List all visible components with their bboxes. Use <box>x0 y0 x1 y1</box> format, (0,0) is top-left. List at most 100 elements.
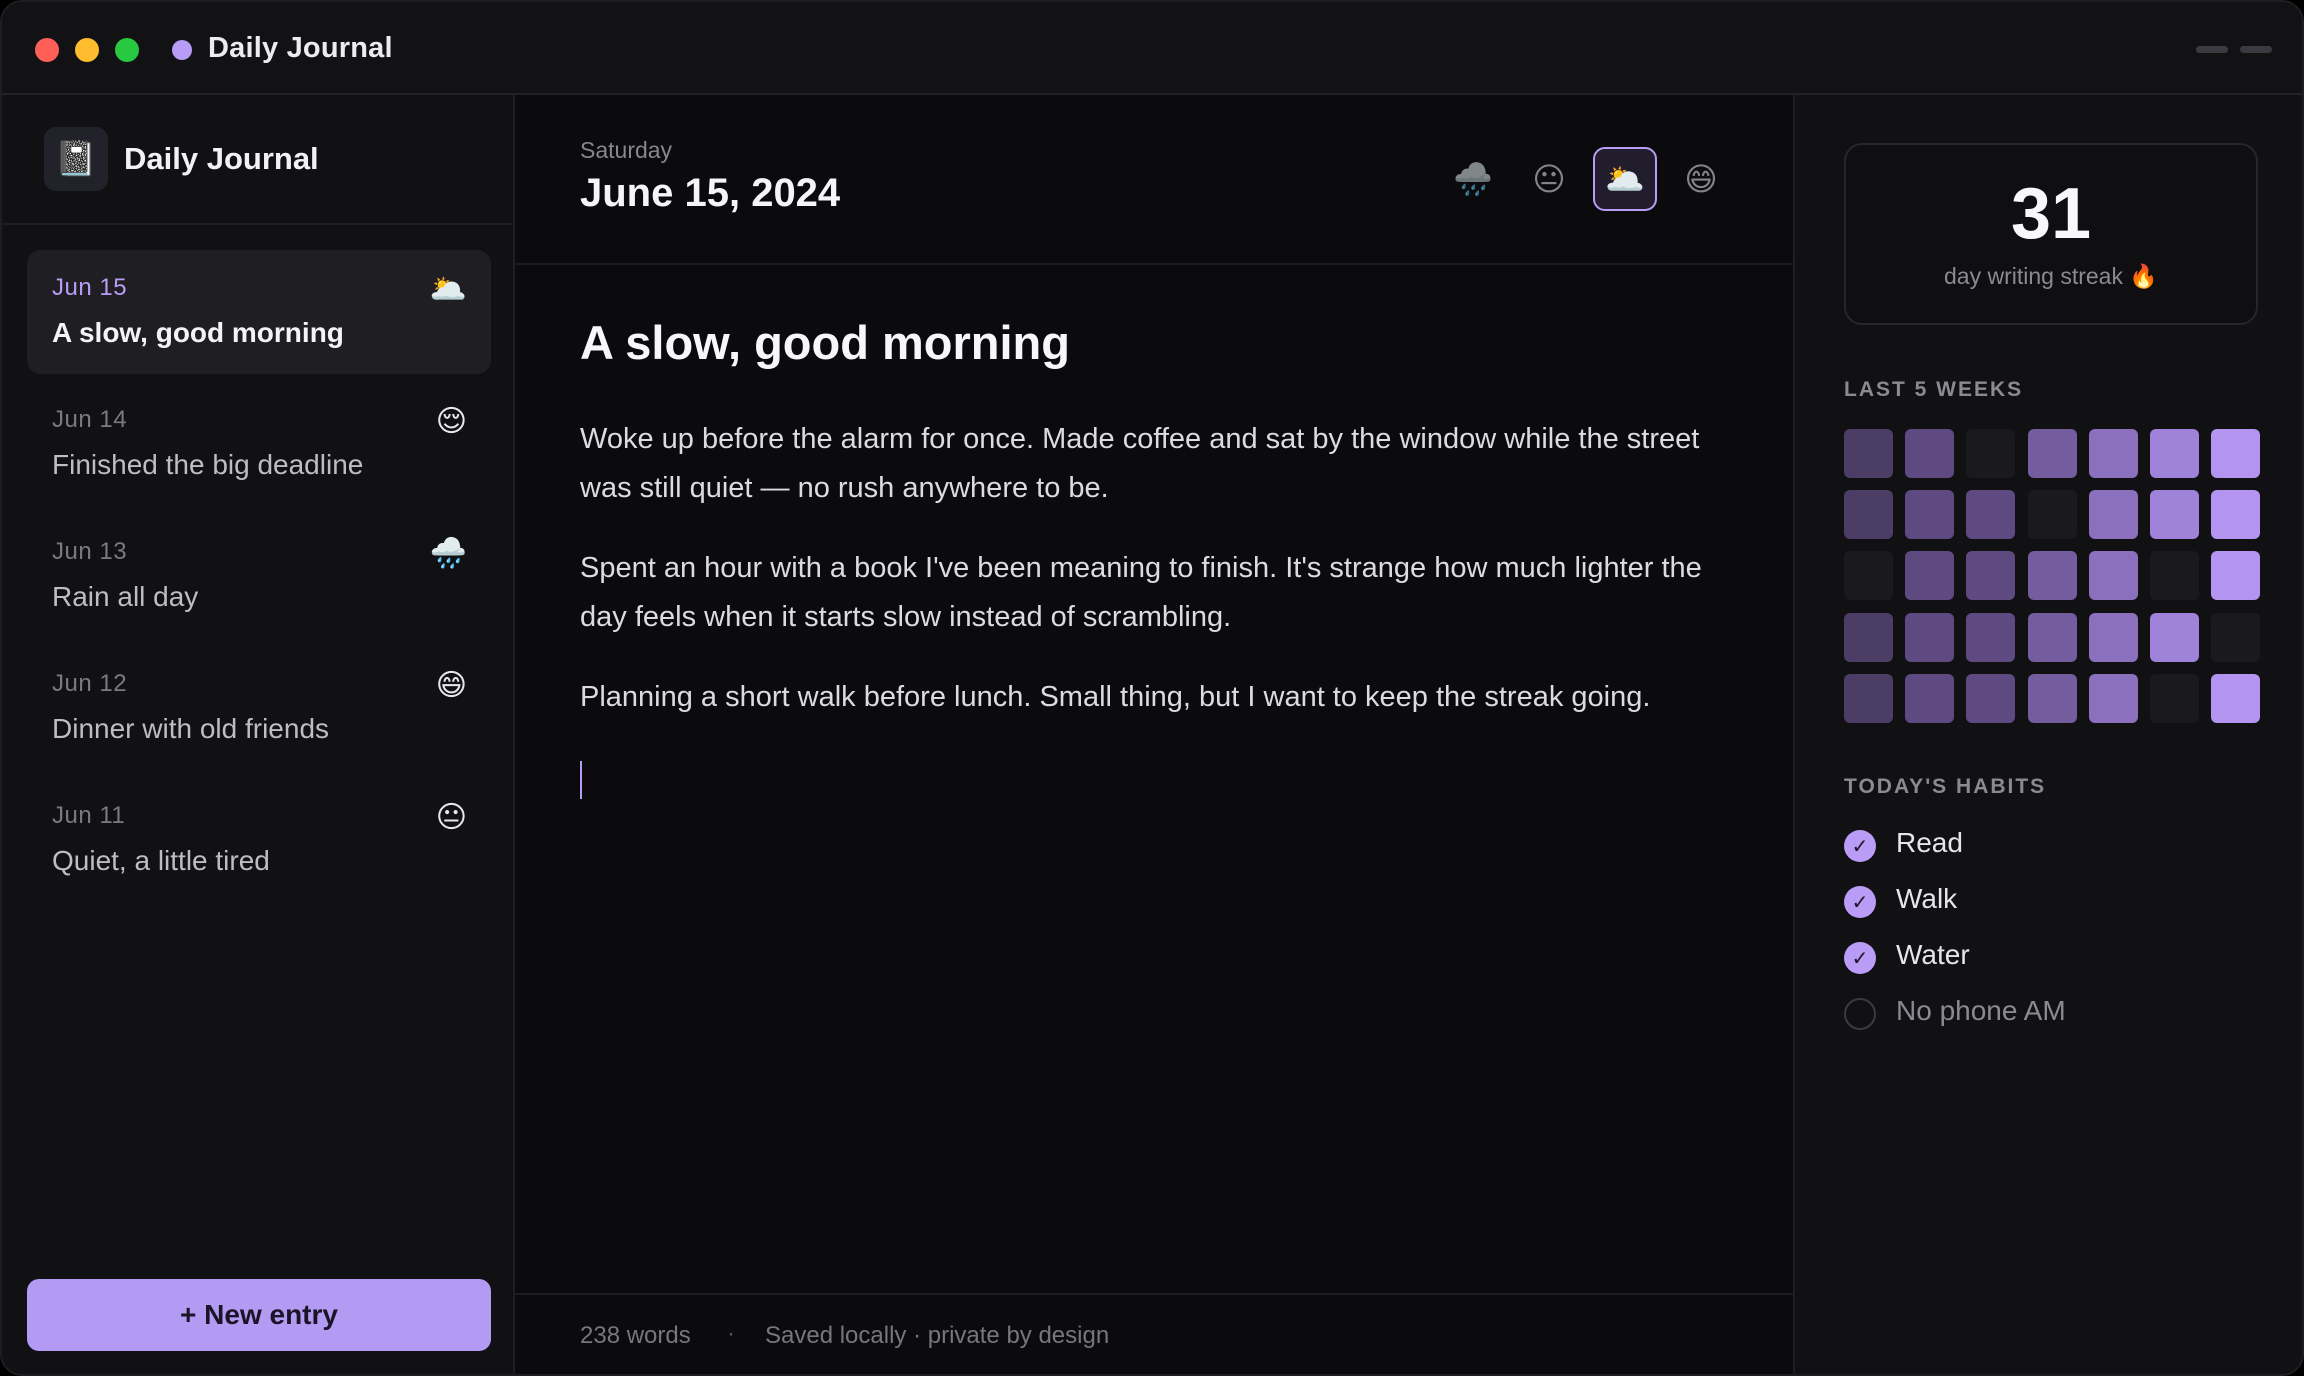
heatmap-cell <box>1905 429 1954 478</box>
mood-sun-cloud-button[interactable]: 🌥️ <box>1593 147 1657 211</box>
heatmap-cell <box>2211 490 2260 539</box>
footer-separator: · <box>727 1320 735 1347</box>
save-status: Saved locally · private by design <box>765 1322 1110 1349</box>
entry-list: Jun 15 A slow, good morning 🌥️ Jun 14 Fi… <box>27 250 491 910</box>
rain-cloud-icon: 🌧️ <box>429 537 467 570</box>
heatmap-cell <box>1966 613 2015 662</box>
entry-paragraph: Woke up before the alarm for once. Made … <box>580 423 1700 504</box>
zoom-window-button[interactable] <box>115 38 139 62</box>
entry-title: A slow, good morning <box>52 317 344 348</box>
relieved-face-icon: 😌 <box>435 405 467 438</box>
entry-title: Rain all day <box>52 581 199 612</box>
heatmap-cell <box>1905 674 1954 723</box>
check-icon[interactable]: ✓ <box>1844 886 1876 918</box>
sidebar-header: 📓 Daily Journal <box>2 95 513 225</box>
heatmap-cell <box>1966 551 2015 600</box>
heatmap-cell <box>2211 429 2260 478</box>
heatmap-cell <box>2028 613 2077 662</box>
neutral-face-icon: 😐 <box>435 801 467 834</box>
entry-weekday: Saturday <box>580 137 673 163</box>
heatmap-cell <box>2028 429 2077 478</box>
habit-label: Walk <box>1896 883 1958 914</box>
heatmap-cell <box>2028 490 2077 539</box>
heatmap-cell <box>2150 674 2199 723</box>
streak-card: 31 day writing streak 🔥 <box>1844 143 2258 325</box>
check-icon[interactable]: ✓ <box>1844 830 1876 862</box>
entry-date-heading: June 15, 2024 <box>580 171 841 215</box>
editor-pane: Saturday June 15, 2024 🌧️ 😐 🌥️ 😄 A slow,… <box>515 95 1793 1374</box>
check-icon[interactable]: ✓ <box>1844 942 1876 974</box>
habits-section-label: TODAY'S HABITS <box>1844 775 2047 798</box>
mood-picker: 🌧️ 😐 🌥️ 😄 <box>1429 147 1733 211</box>
grinning-face-icon: 😄 <box>435 669 467 702</box>
title-bar: Daily Journal <box>2 2 2302 95</box>
window-control-bar[interactable] <box>2196 46 2228 53</box>
editor-footer: 238 words · Saved locally · private by d… <box>515 1293 1793 1374</box>
mood-rain-button[interactable]: 🌧️ <box>1441 147 1505 211</box>
word-count: 238 words <box>580 1322 691 1349</box>
window-title: Daily Journal <box>208 32 393 64</box>
heatmap-cell <box>1844 674 1893 723</box>
heatmap-cell <box>2089 490 2138 539</box>
heatmap-cell <box>1844 429 1893 478</box>
entry-title: Quiet, a little tired <box>52 845 270 876</box>
heatmap-cell <box>1905 490 1954 539</box>
weeks-section-label: LAST 5 WEEKS <box>1844 378 2024 401</box>
heatmap-cell <box>2211 674 2260 723</box>
heatmap-cell <box>1905 551 1954 600</box>
heatmap-cell <box>1844 551 1893 600</box>
entry-list-item[interactable]: Jun 13 Rain all day 🌧️ <box>27 514 491 638</box>
heatmap-cell <box>2089 429 2138 478</box>
streak-number: 31 <box>2010 174 2092 254</box>
window-control-bar[interactable] <box>2240 46 2272 53</box>
entry-title: Finished the big deadline <box>52 449 364 480</box>
sidebar-title: Daily Journal <box>124 141 319 176</box>
stats-panel: 31 day writing streak 🔥 LAST 5 WEEKS TOD… <box>1793 95 2302 1374</box>
habit-label: No phone AM <box>1896 995 2066 1026</box>
entry-list-item[interactable]: Jun 11 Quiet, a little tired 😐 <box>27 778 491 902</box>
entry-date: Jun 13 <box>52 538 128 565</box>
heatmap-cell <box>1844 613 1893 662</box>
notebook-icon: 📓 <box>44 127 108 191</box>
heatmap-cell <box>1905 613 1954 662</box>
heatmap-cell <box>2028 674 2077 723</box>
close-window-button[interactable] <box>35 38 59 62</box>
heatmap-cell <box>2211 551 2260 600</box>
heatmap-cell <box>2089 551 2138 600</box>
entry-heading[interactable]: A slow, good morning <box>580 315 1070 370</box>
heatmap-cell <box>1966 429 2015 478</box>
sun-cloud-icon: 🌥️ <box>429 273 467 306</box>
heatmap-cell <box>2150 429 2199 478</box>
minimize-window-button[interactable] <box>75 38 99 62</box>
mood-happy-button[interactable]: 😄 <box>1669 147 1733 211</box>
new-entry-button[interactable]: + New entry <box>27 1279 491 1351</box>
entry-list-item[interactable]: Jun 15 A slow, good morning 🌥️ <box>27 250 491 374</box>
text-caret <box>580 761 582 799</box>
heatmap-cell <box>2028 551 2077 600</box>
app-window: Daily Journal 📓 Daily Journal Jun 15 A s… <box>0 0 2304 1376</box>
heatmap-cell <box>1966 490 2015 539</box>
entry-title: Dinner with old friends <box>52 713 330 744</box>
app-dot-icon <box>172 40 192 60</box>
entry-body-editor[interactable]: Woke up before the alarm for once. Made … <box>580 415 1750 753</box>
entry-list-item[interactable]: Jun 12 Dinner with old friends 😄 <box>27 646 491 770</box>
entry-date: Jun 14 <box>52 406 128 433</box>
entry-paragraph: Planning a short walk before lunch. Smal… <box>580 681 1651 713</box>
habit-label: Read <box>1896 827 1963 858</box>
entry-paragraph: Spent an hour with a book I've been mean… <box>580 552 1702 633</box>
entry-list-item[interactable]: Jun 14 Finished the big deadline 😌 <box>27 382 491 506</box>
heatmap-cell <box>1844 490 1893 539</box>
heatmap-cell <box>2211 613 2260 662</box>
entry-date: Jun 12 <box>52 670 128 697</box>
habit-label: Water <box>1896 939 1970 970</box>
heatmap-cell <box>1966 674 2015 723</box>
heatmap-cell <box>2150 551 2199 600</box>
entry-date: Jun 11 <box>52 802 126 829</box>
sidebar: 📓 Daily Journal Jun 15 A slow, good morn… <box>2 95 515 1374</box>
editor-header: Saturday June 15, 2024 🌧️ 😐 🌥️ 😄 <box>515 95 1793 265</box>
heatmap-cell <box>2089 674 2138 723</box>
mood-neutral-button[interactable]: 😐 <box>1517 147 1581 211</box>
streak-label: day writing streak 🔥 <box>1944 263 2158 289</box>
heatmap-cell <box>2089 613 2138 662</box>
empty-circle-icon[interactable] <box>1844 998 1876 1030</box>
